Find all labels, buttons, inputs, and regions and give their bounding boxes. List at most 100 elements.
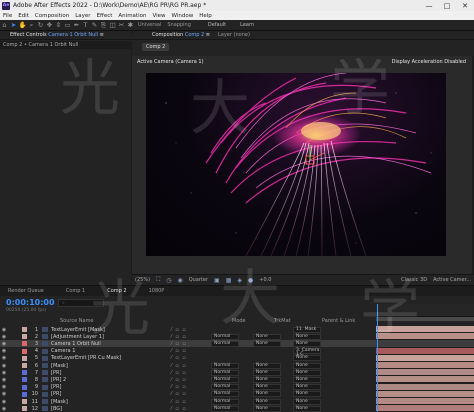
layer-name[interactable]: TextLayerEmit [Mask] (51, 327, 171, 333)
visibility-eye-icon[interactable]: ◉ (0, 355, 8, 361)
menu-help[interactable]: Help (199, 13, 212, 19)
label-color-swatch[interactable] (22, 370, 27, 376)
menu-layer[interactable]: Layer (75, 13, 90, 19)
trkmat-dropdown[interactable]: None (253, 340, 281, 347)
mode-dropdown[interactable]: Normal (211, 362, 239, 369)
channel-icon[interactable]: ● (248, 277, 253, 284)
visibility-eye-icon[interactable]: ◉ (0, 348, 8, 354)
renderer-dropdown[interactable]: Classic 3D (401, 277, 427, 283)
label-color-swatch[interactable] (22, 327, 27, 332)
parent-dropdown[interactable]: None (293, 384, 321, 391)
resolution-dropdown[interactable]: Quarter (189, 277, 208, 283)
select-icon[interactable]: ➤ (9, 21, 18, 29)
work-area-bar[interactable] (376, 317, 474, 321)
label-color-swatch[interactable] (22, 348, 27, 354)
label-color-swatch[interactable] (22, 399, 27, 404)
layer-name[interactable]: [Adjustment Layer 1] (51, 334, 171, 340)
menu-edit[interactable]: Edit (18, 13, 29, 19)
parent-dropdown[interactable]: None (293, 355, 321, 362)
tab-layer[interactable]: Layer (none) (218, 32, 250, 38)
tab-1080p[interactable]: 1080P (149, 288, 165, 294)
parent-header[interactable]: Parent & Link (322, 317, 355, 325)
trkmat-dropdown[interactable]: None (253, 362, 281, 369)
layer-switches[interactable]: ⁄ ▫ ▫ (171, 391, 211, 397)
label-color-swatch[interactable] (22, 384, 27, 390)
panel-menu-icon[interactable]: ≡ (100, 32, 104, 38)
layer-name[interactable]: Camera 1 (51, 348, 171, 354)
layer-switches[interactable]: ⁄ ▫ ▫ (171, 363, 211, 369)
menu-effect[interactable]: Effect (97, 13, 113, 19)
visibility-eye-icon[interactable]: ◉ (0, 370, 8, 376)
parent-dropdown[interactable]: None (293, 333, 321, 340)
layer-switches[interactable]: ⁄ ▫ ▫ (171, 327, 211, 333)
tab-comp-2[interactable]: Comp 2 (107, 288, 126, 294)
close-button[interactable]: ✕ (456, 2, 474, 10)
maximize-button[interactable]: □ (438, 2, 456, 10)
region-icon[interactable]: ▣ (214, 277, 220, 284)
parent-dropdown[interactable]: None (293, 369, 321, 376)
view-dropdown[interactable]: Active Camer... (433, 277, 471, 283)
layer-row[interactable]: ◉ 2 [Adjustment Layer 1] ⁄ ▫ ▫ Normal None Non… (0, 333, 474, 340)
zoom-dropdown[interactable]: (25%) (135, 277, 150, 283)
hand-icon[interactable]: ✋ (18, 21, 27, 29)
visibility-eye-icon[interactable]: ◉ (0, 327, 8, 333)
mode-header[interactable]: Mode (232, 317, 246, 325)
layer-row[interactable]: ◉ 5 TextLayerEmit [PR Cu Mask] ⁄ ▫ ▫ None (0, 355, 474, 362)
trkmat-dropdown[interactable]: None (253, 391, 281, 398)
composition-panel-menu-icon[interactable]: ≡ (206, 32, 210, 38)
home-icon[interactable]: ⌂ (0, 21, 9, 29)
layer-switches[interactable]: ⁄ ▫ ▫ (171, 341, 211, 347)
layer-switches[interactable]: ⁄ ▫ ▫ (171, 384, 211, 390)
layer-row[interactable]: ◉ 1 TextLayerEmit [Mask] ⁄ ▫ ▫ 11. Mask (0, 326, 474, 333)
parent-dropdown[interactable]: 3. Camera 1 C (293, 348, 321, 357)
layer-search-input[interactable]: ⌕ (58, 299, 104, 307)
dolly-icon[interactable]: ⇕ (54, 21, 63, 29)
layer-row[interactable]: ◉ 8 [PR] 2 ⁄ ▫ ▫ Normal None None (0, 376, 474, 383)
trkmat-dropdown[interactable]: None (253, 398, 281, 405)
layer-switches[interactable]: ⁄ ▫ ▫ (171, 334, 211, 340)
time-ruler[interactable] (376, 304, 474, 317)
visibility-eye-icon[interactable]: ◉ (0, 406, 8, 412)
layer-name[interactable]: TextLayerEmit [PR Cu Mask] (51, 355, 171, 361)
layer-name[interactable]: [Mask] (51, 363, 171, 369)
layer-name[interactable]: [PR] 2 (51, 377, 171, 383)
layer-name[interactable]: [PR] (51, 391, 171, 397)
menu-window[interactable]: Window (172, 13, 194, 19)
mode-dropdown[interactable]: Normal (211, 333, 239, 340)
trkmat-dropdown[interactable]: None (253, 405, 281, 412)
parent-dropdown[interactable]: None (293, 391, 321, 398)
pen-icon[interactable]: ✒ (72, 21, 81, 29)
workspace-learn[interactable]: Learn (240, 22, 254, 28)
comp-canvas[interactable] (146, 73, 446, 256)
label-color-swatch[interactable] (22, 377, 27, 383)
visibility-eye-icon[interactable]: ◉ (0, 341, 8, 347)
eraser-icon[interactable]: ◫ (108, 21, 117, 29)
trkmat-dropdown[interactable]: None (253, 369, 281, 376)
visibility-eye-icon[interactable]: ◉ (0, 363, 8, 369)
orbit-icon[interactable]: ↻ (36, 21, 45, 29)
layer-name[interactable]: [BG] (51, 406, 171, 412)
current-timecode[interactable]: 0:00:10:00 (6, 298, 55, 307)
menu-composition[interactable]: Composition (35, 13, 69, 19)
layer-name[interactable]: [PR] (51, 370, 171, 376)
tab-effect-controls[interactable]: Effect Controls Camera 1 Orbit Null ≡ (10, 32, 104, 38)
layer-row[interactable]: ◉ 12 [BG] ⁄ ▫ ▫ Normal None None (0, 405, 474, 412)
mode-dropdown[interactable]: Normal (211, 405, 239, 412)
layer-switches[interactable]: ⁄ ▫ ▫ (171, 406, 211, 412)
mode-dropdown[interactable]: Normal (211, 376, 239, 383)
label-color-swatch[interactable] (22, 355, 27, 361)
layer-row[interactable]: ◉ 4 Camera 1⁄ ▫ ▫ 3. Camera 1 C (0, 348, 474, 357)
snapping-checkbox[interactable]: Snapping (167, 22, 191, 28)
tab-composition[interactable]: Composition Comp 2 ≡ (152, 32, 210, 38)
layer-switches[interactable]: ⁄ ▫ ▫ (171, 348, 211, 354)
minimize-button[interactable]: — (420, 2, 438, 10)
visibility-eye-icon[interactable]: ◉ (0, 399, 8, 405)
mode-dropdown[interactable]: Normal (211, 340, 239, 347)
visibility-eye-icon[interactable]: ◉ (0, 334, 8, 340)
layer-row[interactable]: ◉ 11 [Mask] ⁄ ▫ ▫ Normal None None (0, 398, 474, 405)
tab-render-queue[interactable]: Render Queue (8, 288, 44, 294)
label-color-swatch[interactable] (22, 334, 27, 340)
fit-icon[interactable]: ⛶ (156, 276, 160, 284)
layer-row[interactable]: ◉ 3 Camera 1 Orbit Null ⁄ ▫ ▫ Normal None None (0, 340, 474, 348)
layer-switches[interactable]: ⁄ ▫ ▫ (171, 377, 211, 383)
